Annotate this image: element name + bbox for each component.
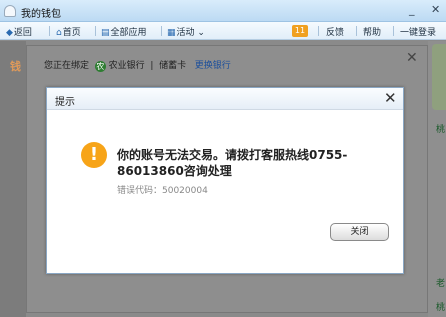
activity-dropdown[interactable]: ▦活动 ⌄ xyxy=(167,25,205,38)
toolbar-divider xyxy=(49,26,50,36)
bank-logo-icon: 农 xyxy=(94,61,106,72)
chevron-down-icon: ⌄ xyxy=(197,28,205,38)
feedback-link[interactable]: 反馈 xyxy=(326,25,344,38)
sidebar-text: 老 xyxy=(436,279,446,289)
panel-close-icon[interactable]: ✕ xyxy=(406,50,418,66)
calendar-icon: ▦ xyxy=(167,28,176,38)
back-arrow-icon: ◆ xyxy=(6,28,13,38)
toolbar-divider xyxy=(161,26,162,36)
home-button[interactable]: ⌂首页 xyxy=(56,25,81,38)
left-sidebar: 钱 xyxy=(0,41,26,317)
apps-grid-icon: ▤ xyxy=(101,28,110,38)
close-button[interactable]: 关闭 xyxy=(330,223,389,241)
error-code: 错误代码：50020004 xyxy=(117,186,208,196)
error-message: 你的账号无法交易。请拨打客服热线0755-86013860咨询处理 xyxy=(117,148,348,178)
one-click-login-link[interactable]: 一键登录 xyxy=(400,25,436,38)
toolbar: ◆返回 ⌂首页 ▤全部应用 ▦活动 ⌄ 11 反馈 帮助 一键登录 xyxy=(0,22,446,40)
card-type: 储蓄卡 xyxy=(159,61,187,71)
all-apps-button[interactable]: ▤全部应用 xyxy=(101,25,147,38)
alert-dialog: 提示 ✕ ! 你的账号无法交易。请拨打客服热线0755-86013860咨询处理… xyxy=(46,87,404,274)
home-icon: ⌂ xyxy=(56,28,62,38)
sidebar-text: 桃 xyxy=(436,125,446,135)
dialog-title: 提示 xyxy=(55,97,75,108)
dialog-close-icon[interactable]: ✕ xyxy=(384,89,397,107)
help-link[interactable]: 帮助 xyxy=(363,25,381,38)
dialog-header: 提示 ✕ xyxy=(47,88,403,110)
binding-info: 您正在绑定 农 农业银行 | 储蓄卡 更换银行 xyxy=(44,61,231,72)
avatar xyxy=(432,44,446,110)
minimize-button[interactable]: _ xyxy=(409,3,415,16)
toolbar-divider xyxy=(318,26,319,36)
warning-icon: ! xyxy=(81,142,107,168)
notification-badge[interactable]: 11 xyxy=(292,25,308,37)
window-title: 我的钱包 xyxy=(21,9,61,20)
window-titlebar: 我的钱包 _ ✕ xyxy=(0,0,446,22)
close-window-button[interactable]: ✕ xyxy=(431,3,440,16)
wallet-icon xyxy=(4,5,16,17)
sidebar-text: 桃 xyxy=(436,303,446,313)
bank-name: 农业银行 xyxy=(108,61,145,71)
toolbar-divider xyxy=(356,26,357,36)
change-bank-link[interactable]: 更换银行 xyxy=(195,61,231,71)
back-button[interactable]: ◆返回 xyxy=(6,25,32,38)
brand-logo: 钱 xyxy=(10,60,21,73)
toolbar-divider xyxy=(95,26,96,36)
toolbar-divider xyxy=(393,26,394,36)
